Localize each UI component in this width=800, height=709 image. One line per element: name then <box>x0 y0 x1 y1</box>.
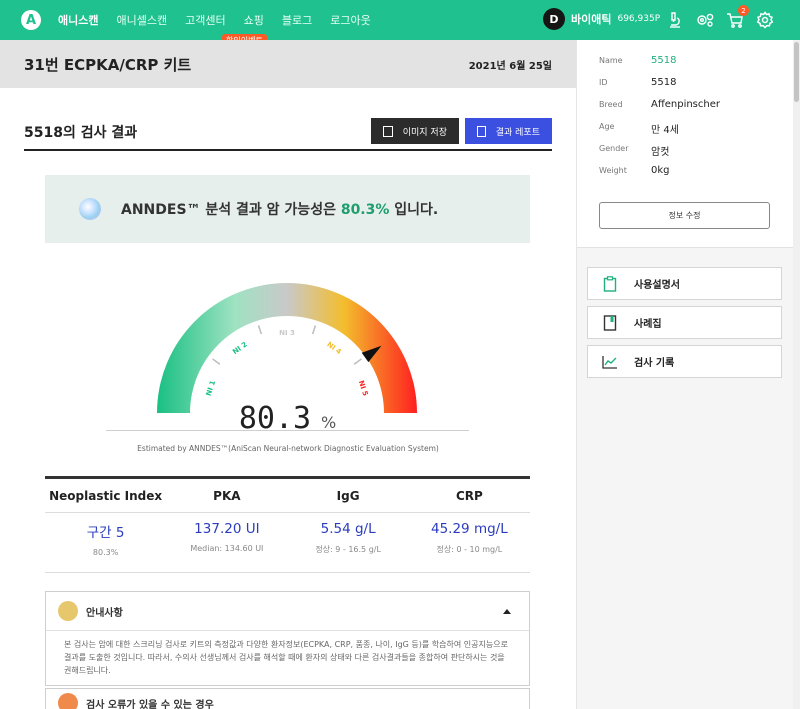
gauge-zone-label: NI 4 <box>325 340 343 356</box>
gauge-tick <box>311 325 317 335</box>
patient-info: Name 5518 ID 5518 Breed Affenpinscher Age 만 … <box>577 40 800 248</box>
value-id: 5518 <box>651 77 677 88</box>
sub-pka: Median: 134.60 UI <box>190 544 264 553</box>
user-points: 696,935P <box>617 14 661 24</box>
nav-shopping[interactable]: 쇼핑 <box>244 12 264 28</box>
gears-icon[interactable] <box>694 9 716 31</box>
header-pka: PKA <box>213 488 241 503</box>
page-title: 5518의 검사 결과 <box>24 125 138 141</box>
header-neoplastic-index: Neoplastic Index <box>49 488 163 503</box>
result-header: 5518의 검사 결과 이미지 저장 결과 레포트 <box>24 118 552 151</box>
label-weight: Weight <box>599 166 627 175</box>
clipboard-icon <box>602 275 618 292</box>
analysis-banner: ANNDES™ 분석 결과 암 가능성은 80.3% 입니다. <box>45 175 530 243</box>
error-cases-title: 검사 오류가 있을 수 있는 경우 <box>86 699 214 709</box>
nav-blog[interactable]: 블로그 <box>282 12 312 28</box>
scrollbar-thumb[interactable] <box>794 42 799 102</box>
value-crp: 45.29 mg/L <box>431 521 508 537</box>
value-weight: 0kg <box>651 165 670 176</box>
banner-text: ANNDES™ 분석 결과 암 가능성은 80.3% 입니다. <box>121 199 438 219</box>
result-report-label: 결과 레포트 <box>495 127 540 138</box>
gauge-tick <box>212 358 221 365</box>
menu-casebook-label: 사례집 <box>634 319 662 330</box>
menu-manual[interactable]: 사용설명서 <box>587 267 782 300</box>
banner-percent: 80.3% <box>340 202 390 218</box>
settings-icon[interactable] <box>754 9 776 31</box>
document-icon <box>477 125 486 137</box>
value-name[interactable]: 5518 <box>651 55 676 66</box>
gauge-divider <box>106 430 469 431</box>
header-crp: CRP <box>455 488 483 503</box>
menu-test-history-label: 검사 기록 <box>634 358 675 369</box>
notice-title: 안내사항 <box>86 607 123 619</box>
anndes-orb-icon <box>79 198 101 220</box>
error-cases-panel[interactable]: 검사 오류가 있을 수 있는 경우 <box>45 688 530 709</box>
collapse-caret-icon[interactable] <box>503 609 511 614</box>
banner-prefix: ANNDES™ 분석 결과 암 가능성은 <box>121 202 341 218</box>
save-image-label: 이미지 저장 <box>402 127 447 138</box>
sub-neoplastic-index: 80.3% <box>92 548 119 557</box>
gauge-zone-label: NI 3 <box>279 329 295 337</box>
banner-suffix: 입니다. <box>389 202 439 218</box>
microscope-icon[interactable] <box>664 9 686 31</box>
kit-header: 31번 ECPKA/CRP 키트 2021년 6월 25일 <box>0 40 576 88</box>
gauge-tick <box>257 325 263 335</box>
gauge-zone-label: NI 1 <box>205 379 218 397</box>
result-report-button[interactable]: 결과 레포트 <box>465 118 552 144</box>
top-navbar: A 애니스캔 애니셀스캔 고객센터 쇼핑 블로그 로그아웃 할인이벤트 D 바이… <box>0 0 800 47</box>
nav-anniscan[interactable]: 애니스캔 <box>58 12 98 28</box>
warning-icon <box>58 693 78 709</box>
kit-title: 31번 ECPKA/CRP 키트 <box>24 55 192 74</box>
nav-anicellscan[interactable]: 애니셀스캔 <box>116 12 167 28</box>
label-id: ID <box>599 78 608 87</box>
value-gender: 암컷 <box>651 147 670 158</box>
label-name: Name <box>599 56 623 65</box>
cart-count-badge: 2 <box>738 5 749 16</box>
value-breed: Affenpinscher <box>651 99 720 110</box>
kit-date: 2021년 6월 25일 <box>468 60 552 72</box>
stats-table: Neoplastic Index PKA IgG CRP 구간 5 80.3% 1… <box>45 476 530 573</box>
gauge-tick <box>353 358 362 365</box>
header-igg: IgG <box>336 488 360 503</box>
patient-sidebar: Name 5518 ID 5518 Breed Affenpinscher Age 만 … <box>576 40 800 709</box>
label-age: Age <box>599 122 615 131</box>
value-neoplastic-index: 구간 5 <box>86 525 125 541</box>
nav-logout[interactable]: 로그아웃 <box>330 12 370 28</box>
image-icon <box>383 125 393 137</box>
menu-casebook[interactable]: 사례집 <box>587 306 782 339</box>
risk-gauge: NI 1NI 2NI 3NI 4NI 5 80.3 % <box>157 283 417 435</box>
label-gender: Gender <box>599 144 629 153</box>
estimated-caption: Estimated by ANNDES™(AniScan Neural-netw… <box>137 444 439 453</box>
gauge-zone-label: NI 5 <box>357 380 370 398</box>
menu-manual-label: 사용설명서 <box>634 280 680 291</box>
sub-crp: 정상: 0 - 10 mg/L <box>436 545 503 554</box>
menu-test-history[interactable]: 검사 기록 <box>587 345 782 378</box>
sub-igg: 정상: 9 - 16.5 g/L <box>315 545 381 554</box>
edit-info-button[interactable]: 정보 수정 <box>599 202 770 229</box>
scrollbar[interactable] <box>793 40 800 709</box>
user-info[interactable]: D 바이애틱 696,935P <box>543 8 660 30</box>
value-igg: 5.54 g/L <box>320 521 376 537</box>
anniscan-logo[interactable]: A <box>21 10 41 30</box>
value-pka: 137.20 UI <box>194 521 260 537</box>
save-image-button[interactable]: 이미지 저장 <box>371 118 459 144</box>
main-nav: 애니스캔 애니셀스캔 고객센터 쇼핑 블로그 로그아웃 <box>58 12 389 28</box>
info-icon <box>58 601 78 621</box>
result-panel: 31번 ECPKA/CRP 키트 2021년 6월 25일 5518의 검사 결… <box>0 40 576 709</box>
cart-icon[interactable]: 2 <box>724 5 749 31</box>
nav-customer-center[interactable]: 고객센터 <box>185 12 225 28</box>
notice-body: 본 검사는 암에 대한 스크리닝 검사로 키트의 측정값과 다양한 환자정보(E… <box>46 630 529 677</box>
value-age: 만 4세 <box>651 125 679 136</box>
user-name: 바이애틱 <box>571 13 612 26</box>
notice-panel[interactable]: 안내사항 본 검사는 암에 대한 스크리닝 검사로 키트의 측정값과 다양한 환… <box>45 591 530 686</box>
avatar[interactable]: D <box>543 8 565 30</box>
gauge-zone-label: NI 2 <box>231 340 249 356</box>
book-icon <box>602 314 618 331</box>
label-breed: Breed <box>599 100 623 109</box>
chart-line-icon <box>602 354 618 370</box>
